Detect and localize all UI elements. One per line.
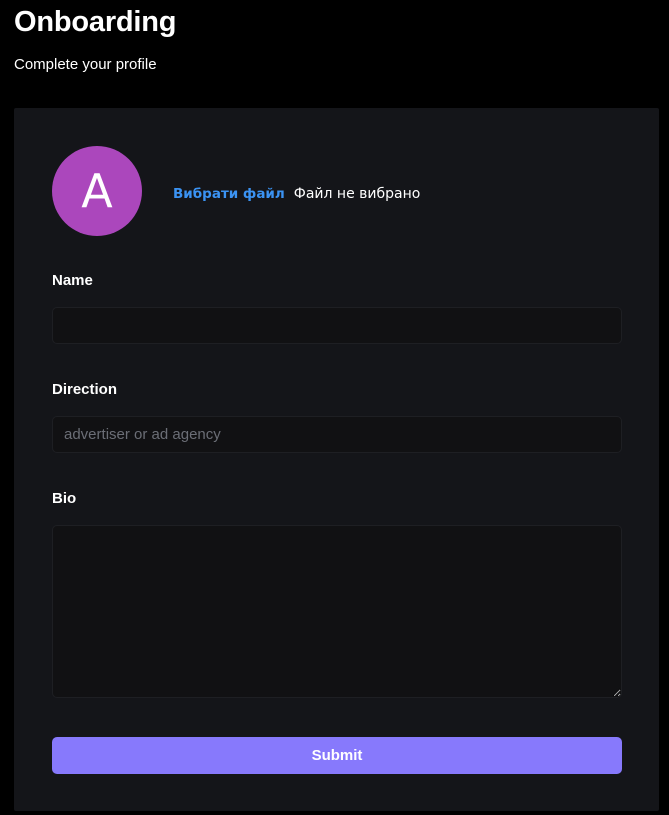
page-subtitle: Complete your profile <box>14 56 157 73</box>
profile-form-card: A Вибрати файл Файл не вибрано Name Dire… <box>14 108 659 811</box>
bio-textarea[interactable] <box>52 525 622 698</box>
choose-file-button[interactable]: Вибрати файл <box>173 185 285 203</box>
file-status-text: Файл не вибрано <box>293 186 421 202</box>
avatar-file-picker[interactable]: Вибрати файл Файл не вибрано <box>173 185 420 203</box>
direction-input[interactable] <box>52 416 622 453</box>
avatar: A <box>52 146 142 236</box>
name-label: Name <box>52 272 93 289</box>
avatar-initial: A <box>81 164 113 218</box>
direction-label: Direction <box>52 381 118 398</box>
bio-label: Bio <box>52 490 77 507</box>
submit-button[interactable]: Submit <box>52 737 622 774</box>
page-title: Onboarding <box>14 6 177 38</box>
name-input[interactable] <box>52 307 622 344</box>
onboarding-page: Onboarding Complete your profile A Вибра… <box>0 0 669 815</box>
